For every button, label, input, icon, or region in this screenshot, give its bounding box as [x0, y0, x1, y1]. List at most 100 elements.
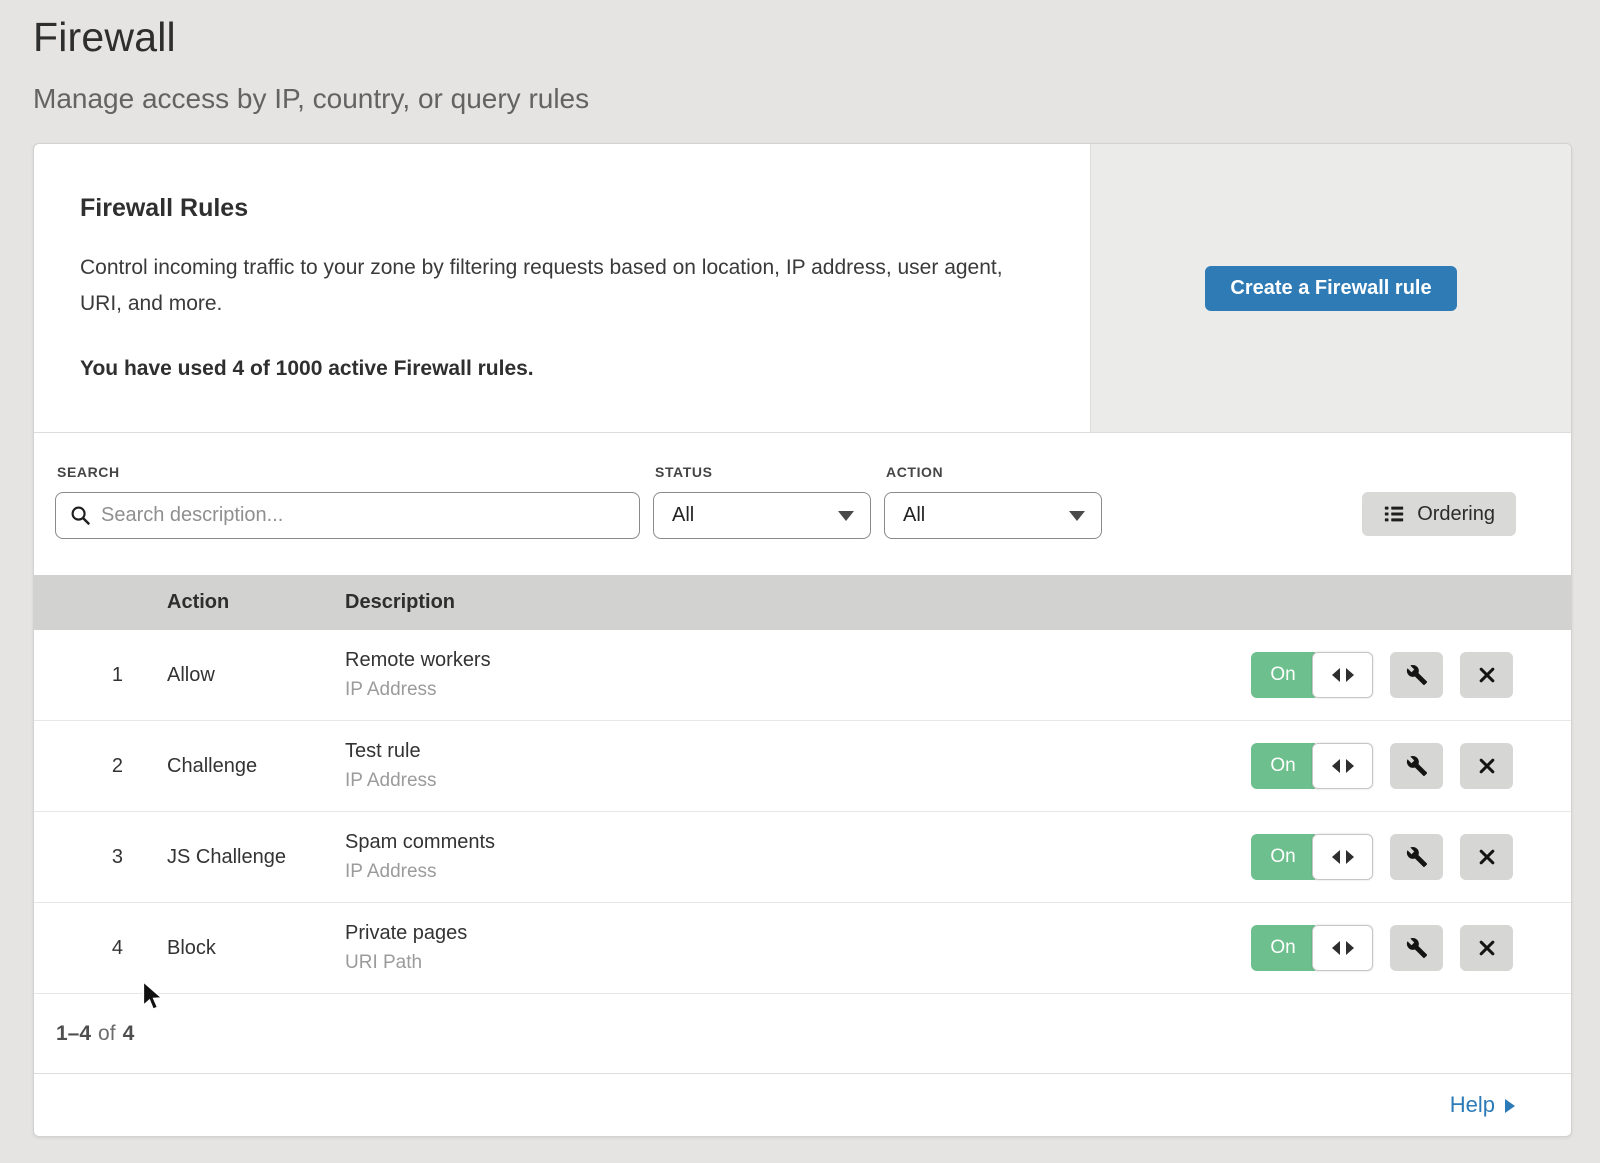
search-icon	[70, 505, 91, 526]
rule-priority: 4	[34, 937, 167, 960]
status-select[interactable]: All	[653, 492, 871, 539]
page-title: Firewall	[33, 14, 1600, 61]
rule-description-cell: Test rule IP Address	[345, 740, 1248, 792]
page-header: Firewall Manage access by IP, country, o…	[0, 0, 1600, 115]
toggle-on-label: On	[1251, 925, 1315, 971]
rule-priority: 3	[34, 846, 167, 869]
help-link[interactable]: Help	[1450, 1092, 1515, 1118]
rule-description: Test rule	[345, 740, 1248, 763]
status-filter-group: STATUS All	[653, 455, 871, 539]
action-filter-group: ACTION All	[884, 455, 1102, 539]
chevron-right-icon	[1505, 1099, 1515, 1113]
delete-rule-button[interactable]	[1460, 925, 1513, 971]
rule-description-cell: Remote workers IP Address	[345, 649, 1248, 701]
search-input[interactable]	[101, 504, 625, 527]
search-label: SEARCH	[57, 464, 640, 480]
pagination-total: 4	[123, 1022, 135, 1046]
rule-enabled-toggle[interactable]: On	[1251, 925, 1373, 971]
section-description: Control incoming traffic to your zone by…	[80, 250, 1030, 322]
intro-text-panel: Firewall Rules Control incoming traffic …	[34, 144, 1090, 432]
table-header: Action Description	[34, 575, 1571, 630]
table-row: 3 JS Challenge Spam comments IP Address …	[34, 812, 1571, 903]
intro-section: Firewall Rules Control incoming traffic …	[34, 144, 1571, 433]
close-icon	[1477, 756, 1497, 776]
table-row: 4 Block Private pages URI Path On	[34, 903, 1571, 994]
edit-rule-button[interactable]	[1390, 925, 1443, 971]
pagination-range: 1–4	[56, 1022, 91, 1046]
section-title: Firewall Rules	[80, 194, 1042, 223]
create-rule-panel: Create a Firewall rule	[1090, 144, 1571, 432]
caret-right-icon	[1346, 850, 1354, 864]
action-label: ACTION	[886, 464, 1102, 480]
delete-rule-button[interactable]	[1460, 743, 1513, 789]
table-row: 1 Allow Remote workers IP Address On	[34, 630, 1571, 721]
edit-rule-button[interactable]	[1390, 834, 1443, 880]
description-column-header: Description	[345, 591, 1248, 614]
table-row: 2 Challenge Test rule IP Address On	[34, 721, 1571, 812]
rule-description: Private pages	[345, 922, 1248, 945]
rule-action: Challenge	[167, 755, 345, 778]
rule-action: Block	[167, 937, 345, 960]
rule-enabled-toggle[interactable]: On	[1251, 652, 1373, 698]
status-selected-value: All	[672, 504, 694, 527]
wrench-icon	[1406, 937, 1428, 959]
rule-field: URI Path	[345, 952, 1248, 974]
caret-right-icon	[1346, 941, 1354, 955]
toggle-knob[interactable]	[1312, 834, 1373, 880]
toggle-knob[interactable]	[1312, 652, 1373, 698]
rule-description-cell: Private pages URI Path	[345, 922, 1248, 974]
rule-priority: 2	[34, 755, 167, 778]
rule-description: Remote workers	[345, 649, 1248, 672]
pagination-of: of	[98, 1022, 116, 1046]
action-column-header: Action	[167, 591, 345, 614]
chevron-down-icon	[838, 511, 854, 521]
rule-action: Allow	[167, 664, 345, 687]
create-firewall-rule-button[interactable]: Create a Firewall rule	[1205, 266, 1456, 311]
close-icon	[1477, 938, 1497, 958]
edit-rule-button[interactable]	[1390, 743, 1443, 789]
firewall-page: Firewall Manage access by IP, country, o…	[0, 0, 1600, 1163]
rule-enabled-toggle[interactable]: On	[1251, 743, 1373, 789]
rule-description-cell: Spam comments IP Address	[345, 831, 1248, 883]
search-filter-group: SEARCH	[55, 455, 640, 539]
rule-action: JS Challenge	[167, 846, 345, 869]
help-row: Help	[34, 1074, 1571, 1136]
close-icon	[1477, 665, 1497, 685]
usage-summary: You have used 4 of 1000 active Firewall …	[80, 357, 1042, 381]
wrench-icon	[1406, 755, 1428, 777]
toggle-on-label: On	[1251, 652, 1315, 698]
toggle-on-label: On	[1251, 743, 1315, 789]
rule-field: IP Address	[345, 679, 1248, 701]
rule-controls: On	[1248, 743, 1571, 789]
wrench-icon	[1406, 846, 1428, 868]
pagination: 1–4 of 4	[34, 994, 1571, 1074]
chevron-down-icon	[1069, 511, 1085, 521]
caret-left-icon	[1332, 668, 1340, 682]
rule-enabled-toggle[interactable]: On	[1251, 834, 1373, 880]
rule-controls: On	[1248, 652, 1571, 698]
action-select[interactable]: All	[884, 492, 1102, 539]
rule-description: Spam comments	[345, 831, 1248, 854]
delete-rule-button[interactable]	[1460, 652, 1513, 698]
close-icon	[1477, 847, 1497, 867]
ordering-button-label: Ordering	[1417, 503, 1495, 526]
caret-left-icon	[1332, 850, 1340, 864]
caret-right-icon	[1346, 759, 1354, 773]
caret-left-icon	[1332, 759, 1340, 773]
caret-left-icon	[1332, 941, 1340, 955]
delete-rule-button[interactable]	[1460, 834, 1513, 880]
wrench-icon	[1406, 664, 1428, 686]
toggle-on-label: On	[1251, 834, 1315, 880]
edit-rule-button[interactable]	[1390, 652, 1443, 698]
search-box[interactable]	[55, 492, 640, 539]
rule-controls: On	[1248, 834, 1571, 880]
filter-bar: SEARCH STATUS All ACTION	[34, 433, 1571, 575]
caret-right-icon	[1346, 668, 1354, 682]
toggle-knob[interactable]	[1312, 925, 1373, 971]
rule-priority: 1	[34, 664, 167, 687]
firewall-rules-card: Firewall Rules Control incoming traffic …	[33, 143, 1572, 1137]
page-subtitle: Manage access by IP, country, or query r…	[33, 83, 1600, 115]
toggle-knob[interactable]	[1312, 743, 1373, 789]
ordering-button[interactable]: Ordering	[1362, 492, 1516, 536]
rule-field: IP Address	[345, 770, 1248, 792]
